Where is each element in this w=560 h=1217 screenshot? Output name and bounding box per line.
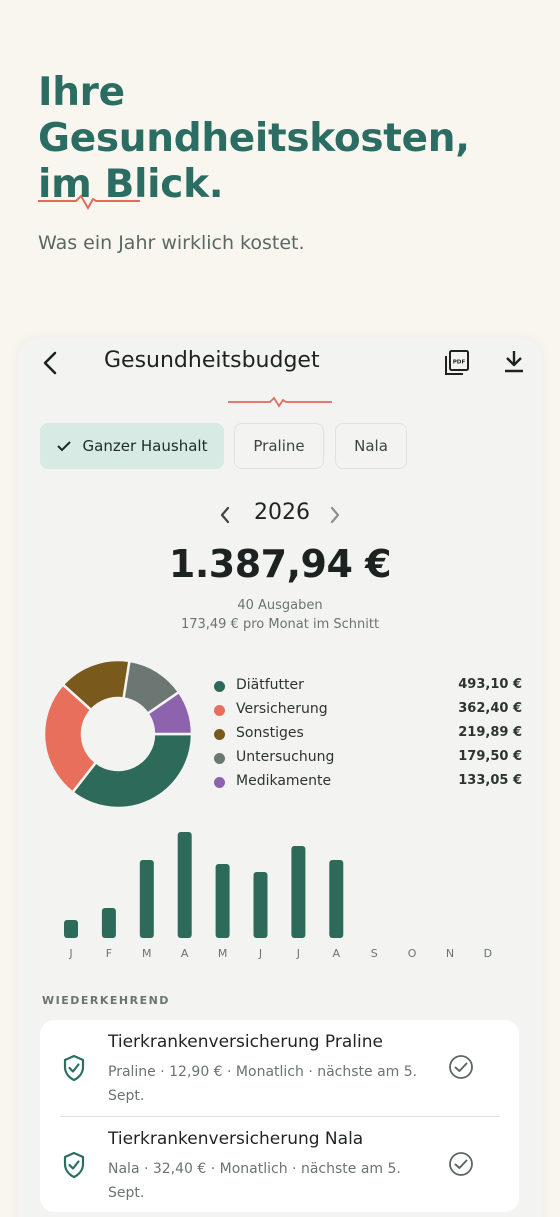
- filter-chip-label: Ganzer Haushalt: [82, 437, 208, 455]
- bar-2: [139, 860, 154, 938]
- list-item[interactable]: Tierkrankenversicherung Praline Praline …: [40, 1020, 519, 1116]
- bar-1: [101, 908, 116, 938]
- check-circle-icon[interactable]: [448, 1054, 474, 1080]
- bar-3: [177, 832, 192, 938]
- month-tick-label: D: [484, 947, 492, 960]
- check-icon: [56, 440, 71, 452]
- month-tick-label: A: [333, 947, 341, 960]
- month-tick-label: S: [371, 947, 378, 960]
- legend-label: Diätfutter: [236, 677, 304, 693]
- list-item-subtitle: Nala · 32,40 € · Monatlich · nächste am …: [108, 1161, 401, 1201]
- month-tick-label: O: [408, 947, 417, 960]
- page-title: Gesundheitsbudget: [104, 348, 320, 373]
- heartbeat-line-icon: [228, 396, 332, 408]
- legend-value: 133,05 €: [458, 773, 522, 788]
- shield-icon: [63, 1151, 85, 1179]
- filter-chip-label: Nala: [354, 437, 388, 455]
- hero: Ihre Gesundheitskosten, im Blick. Was ei…: [38, 70, 538, 254]
- back-button[interactable]: [38, 348, 66, 378]
- month-tick-label: N: [446, 947, 454, 960]
- legend-value: 493,10 €: [458, 677, 522, 692]
- chevron-left-icon[interactable]: [214, 502, 236, 528]
- hero-subtitle: Was ein Jahr wirklich kostet.: [38, 232, 305, 254]
- recurring-list: Tierkrankenversicherung Praline Praline …: [40, 1020, 519, 1212]
- top-bar: Gesundheitsbudget PDF: [18, 338, 542, 408]
- monthly-bar-chart: JFMAMJJASOND: [64, 832, 492, 960]
- check-circle-icon[interactable]: [448, 1151, 474, 1177]
- month-tick-label: M: [142, 947, 152, 960]
- list-item-title: Tierkrankenversicherung Praline: [108, 1032, 383, 1052]
- app-screen: Gesundheitsbudget PDF Ganzer Haushalt Pr…: [18, 338, 542, 1217]
- bar-5: [253, 872, 268, 938]
- year-selector: 2026: [18, 498, 542, 532]
- month-tick-label: J: [296, 947, 300, 960]
- monthly-average: 173,49 € pro Monat im Schnitt: [180, 617, 380, 632]
- legend-dot: [214, 777, 225, 788]
- legend-item: Medikamente 133,05 €: [212, 770, 522, 794]
- month-tick-label: F: [106, 947, 112, 960]
- legend-label: Untersuchung: [236, 749, 335, 765]
- legend-dot: [214, 753, 225, 764]
- legend-label: Medikamente: [236, 773, 332, 789]
- legend-item: Sonstiges 219,89 €: [212, 722, 522, 746]
- bar-7: [329, 860, 344, 938]
- legend-value: 219,89 €: [458, 725, 522, 740]
- year-label: 2026: [254, 500, 310, 525]
- filter-chip-household[interactable]: Ganzer Haushalt: [40, 423, 224, 469]
- legend-dot: [214, 729, 225, 740]
- category-donut-chart: [42, 658, 194, 810]
- legend-dot: [214, 681, 225, 692]
- filter-chip-nala[interactable]: Nala: [335, 423, 407, 469]
- hero-title: Ihre Gesundheitskosten, im Blick.: [38, 70, 470, 207]
- pdf-icon[interactable]: PDF: [443, 348, 471, 378]
- legend-dot: [214, 705, 225, 716]
- total-amount: 1.387,94 €: [168, 542, 392, 586]
- month-tick-label: J: [68, 947, 72, 960]
- bar-4: [215, 864, 230, 938]
- category-legend: Diätfutter 493,10 € Versicherung 362,40 € So…: [212, 674, 522, 794]
- bar-6: [291, 846, 306, 938]
- chevron-right-icon[interactable]: [324, 502, 346, 528]
- legend-item: Untersuchung 179,50 €: [212, 746, 522, 770]
- section-label: WIEDERKEHREND: [42, 994, 170, 1007]
- heartbeat-line-icon: [38, 194, 140, 210]
- legend-value: 362,40 €: [458, 701, 522, 716]
- legend-item: Diätfutter 493,10 €: [212, 674, 522, 698]
- legend-label: Versicherung: [236, 701, 328, 717]
- list-item[interactable]: Tierkrankenversicherung Nala Nala · 32,4…: [40, 1117, 519, 1213]
- expense-count: 40 Ausgaben: [237, 598, 323, 613]
- svg-text:PDF: PDF: [453, 360, 466, 366]
- legend-label: Sonstiges: [236, 725, 304, 741]
- filter-chip-label: Praline: [253, 437, 305, 455]
- month-tick-label: A: [181, 947, 189, 960]
- month-tick-label: M: [218, 947, 228, 960]
- filter-chip-praline[interactable]: Praline: [234, 423, 324, 469]
- download-icon[interactable]: [502, 348, 526, 376]
- bar-0: [64, 920, 78, 938]
- month-tick-label: J: [258, 947, 262, 960]
- legend-value: 179,50 €: [458, 749, 522, 764]
- legend-item: Versicherung 362,40 €: [212, 698, 522, 722]
- shield-icon: [63, 1054, 85, 1082]
- list-item-subtitle: Praline · 12,90 € · Monatlich · nächste …: [108, 1064, 418, 1104]
- list-item-title: Tierkrankenversicherung Nala: [108, 1129, 364, 1149]
